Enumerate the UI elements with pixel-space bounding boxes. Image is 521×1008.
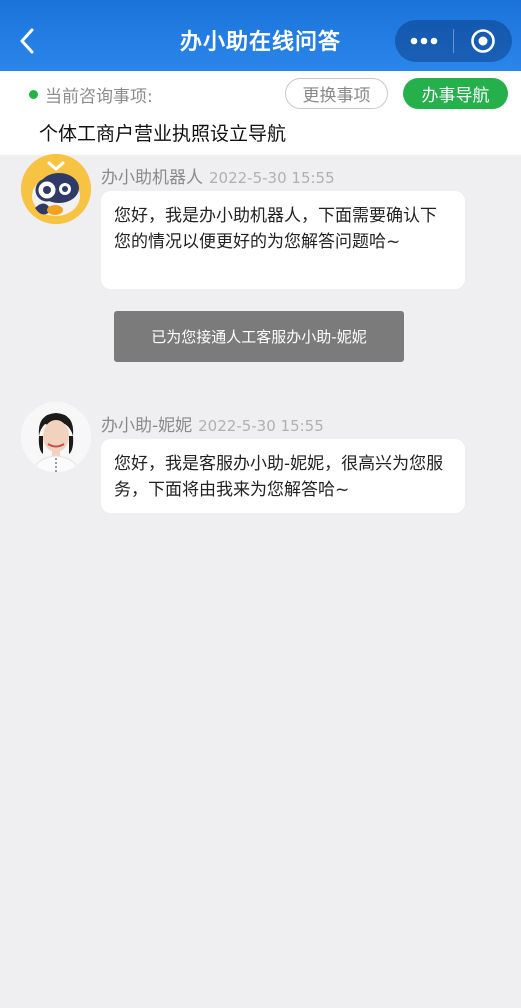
target-circle-icon: [471, 29, 495, 53]
message-sender: 办小助机器人 2022-5-30 15:55: [101, 163, 335, 188]
service-nav-button[interactable]: 办事导航: [403, 78, 508, 109]
message-time: 2022-5-30 15:55: [209, 169, 335, 187]
sender-name: 办小助-妮妮: [101, 416, 193, 436]
close-mini-program-button[interactable]: [454, 20, 512, 62]
change-topic-button[interactable]: 更换事项: [285, 78, 388, 109]
robot-mascot-icon: [21, 154, 91, 224]
title-bar: 办小助在线问答: [0, 0, 521, 71]
message-time: 2022-5-30 15:55: [198, 417, 324, 435]
more-dots-icon: [410, 37, 438, 45]
more-button[interactable]: [395, 20, 453, 62]
topic-label: 当前咨询事项:: [45, 87, 153, 107]
robot-mascot-avatar[interactable]: [21, 154, 91, 224]
status-dot: [29, 90, 38, 99]
mini-program-capsule: [395, 20, 512, 62]
agent-photo-icon: [21, 402, 91, 472]
message-bubble: 您好，我是客服办小助-妮妮，很高兴为您服务，下面将由我来为您解答哈~: [101, 439, 465, 513]
message-sender: 办小助-妮妮 2022-5-30 15:55: [101, 411, 324, 436]
system-notice: 已为您接通人工客服办小助-妮妮: [114, 311, 404, 362]
topic-value: 个体工商户营业执照设立导航: [39, 123, 287, 145]
sender-name: 办小助机器人: [101, 168, 203, 188]
agent-photo-avatar[interactable]: [21, 402, 91, 472]
message-bubble: 您好，我是办小助机器人，下面需要确认下您的情况以便更好的为您解答问题哈~: [101, 191, 465, 289]
